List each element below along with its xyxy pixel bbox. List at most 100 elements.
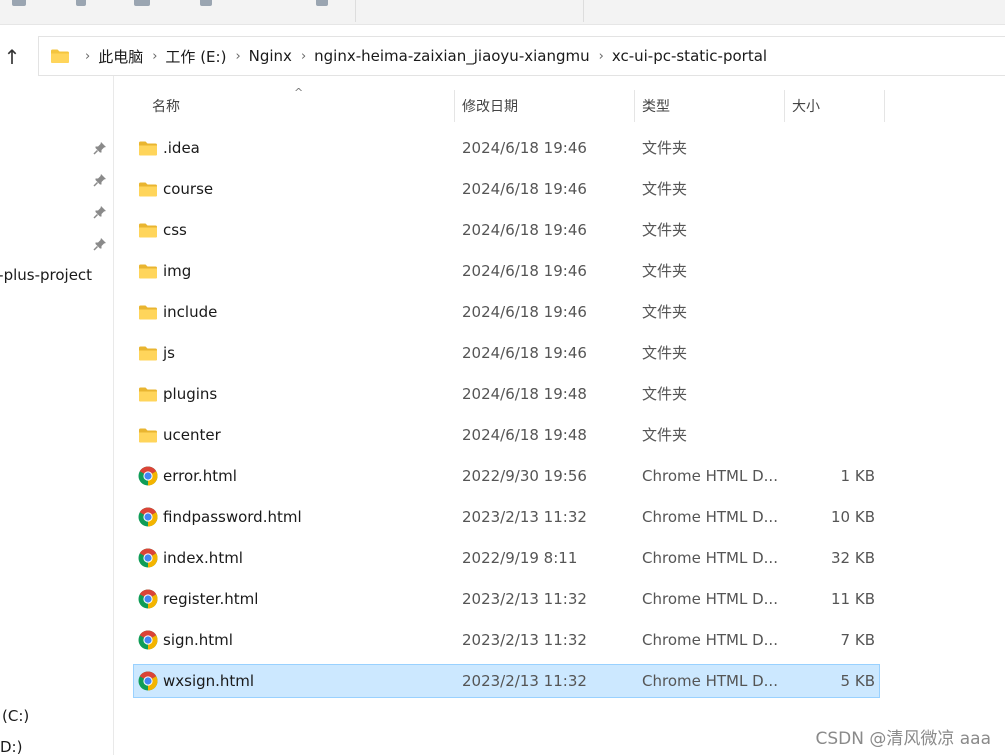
folder-icon	[139, 264, 157, 279]
file-row[interactable]: plugins 2024/6/18 19:48 文件夹	[133, 377, 880, 411]
file-modified: 2024/6/18 19:46	[462, 262, 587, 280]
column-header-modified[interactable]: 修改日期	[455, 90, 634, 122]
file-type: Chrome HTML D...	[642, 631, 778, 649]
chevron-right-icon[interactable]: ›	[590, 49, 612, 64]
file-row[interactable]: include 2024/6/18 19:46 文件夹	[133, 295, 880, 329]
toolbar-button-stub[interactable]	[134, 0, 150, 6]
file-name: include	[163, 303, 218, 321]
breadcrumb-project[interactable]: nginx-heima-zaixian_jiaoyu-xiangmu	[314, 47, 589, 65]
file-type: 文件夹	[642, 139, 688, 157]
file-type: Chrome HTML D...	[642, 590, 778, 608]
folder-icon	[139, 223, 157, 238]
folder-icon	[139, 346, 157, 361]
toolbar-button-stub[interactable]	[76, 0, 86, 6]
file-size: 1 KB	[840, 467, 875, 485]
file-modified: 2022/9/30 19:56	[462, 467, 587, 485]
file-modified: 2024/6/18 19:46	[462, 344, 587, 362]
column-header-label: 名称	[152, 99, 180, 115]
breadcrumb-nginx[interactable]: Nginx	[249, 47, 292, 65]
file-row[interactable]: course 2024/6/18 19:46 文件夹	[133, 172, 880, 206]
up-arrow-icon[interactable]: ↑	[0, 42, 24, 72]
file-row[interactable]: error.html 2022/9/30 19:56 Chrome HTML D..…	[133, 459, 880, 493]
chevron-right-icon[interactable]: ›	[292, 49, 314, 64]
column-header-type[interactable]: 类型	[635, 90, 784, 122]
nav-item-project[interactable]: j-plus-project	[0, 266, 92, 284]
toolbar-divider	[355, 0, 356, 22]
file-type: 文件夹	[642, 344, 688, 362]
column-header-size[interactable]: 大小	[785, 90, 884, 122]
file-type: 文件夹	[642, 180, 688, 198]
toolbar-button-stub[interactable]	[200, 0, 212, 6]
file-modified: 2023/2/13 11:32	[462, 672, 587, 690]
file-row[interactable]: ucenter 2024/6/18 19:48 文件夹	[133, 418, 880, 452]
toolbar-divider	[583, 0, 584, 22]
file-name: register.html	[163, 590, 259, 608]
chrome-icon	[138, 589, 158, 609]
file-name: ucenter	[163, 426, 221, 444]
file-type: 文件夹	[642, 221, 688, 239]
file-row[interactable]: findpassword.html 2023/2/13 11:32 Chrome H…	[133, 500, 880, 534]
file-name: plugins	[163, 385, 218, 403]
file-name: sign.html	[163, 631, 233, 649]
file-row[interactable]: sign.html 2023/2/13 11:32 Chrome HTML D...…	[133, 623, 880, 657]
file-type: 文件夹	[642, 385, 688, 403]
toolbar-button-stub[interactable]	[316, 0, 328, 6]
file-row[interactable]: index.html 2022/9/19 8:11 Chrome HTML D...…	[133, 541, 880, 575]
file-modified: 2022/9/19 8:11	[462, 549, 578, 567]
command-toolbar	[0, 0, 1005, 25]
file-modified: 2024/6/18 19:48	[462, 385, 587, 403]
file-name: wxsign.html	[163, 672, 255, 690]
file-name: css	[163, 221, 187, 239]
file-name: error.html	[163, 467, 237, 485]
chrome-icon	[138, 507, 158, 527]
address-bar[interactable]: › 此电脑 › 工作 (E:) › Nginx › nginx-heima-za…	[38, 36, 1005, 76]
chrome-icon	[138, 671, 158, 691]
file-type: Chrome HTML D...	[642, 467, 778, 485]
chrome-icon	[138, 630, 158, 650]
file-row[interactable]: .idea 2024/6/18 19:46 文件夹	[133, 131, 880, 165]
pin-icon[interactable]	[93, 141, 107, 155]
file-size: 11 KB	[831, 590, 875, 608]
watermark: CSDN @清风微凉 aaa	[815, 729, 991, 749]
breadcrumb-drive-e[interactable]: 工作 (E:)	[165, 46, 226, 67]
folder-icon	[139, 428, 157, 443]
file-row[interactable]: wxsign.html 2023/2/13 11:32 Chrome HTML D.…	[133, 664, 880, 698]
chrome-icon	[138, 548, 158, 568]
file-size: 10 KB	[831, 508, 875, 526]
file-size: 5 KB	[840, 672, 875, 690]
file-modified: 2024/6/18 19:48	[462, 426, 587, 444]
file-size: 32 KB	[831, 549, 875, 567]
file-row[interactable]: register.html 2023/2/13 11:32 Chrome HTML …	[133, 582, 880, 616]
file-modified: 2024/6/18 19:46	[462, 180, 587, 198]
file-type: Chrome HTML D...	[642, 549, 778, 567]
folder-icon	[139, 182, 157, 197]
folder-icon	[139, 305, 157, 320]
breadcrumb-this-pc[interactable]: 此电脑	[98, 46, 143, 67]
file-type: Chrome HTML D...	[642, 672, 778, 690]
file-modified: 2023/2/13 11:32	[462, 631, 587, 649]
toolbar-button-stub[interactable]	[12, 0, 26, 6]
column-divider[interactable]	[884, 90, 885, 122]
file-row[interactable]: css 2024/6/18 19:46 文件夹	[133, 213, 880, 247]
file-type: 文件夹	[642, 426, 688, 444]
chevron-right-icon[interactable]: ›	[143, 49, 165, 64]
column-header-name[interactable]: 名称	[133, 90, 454, 122]
pin-icon[interactable]	[93, 173, 107, 187]
file-modified: 2023/2/13 11:32	[462, 508, 587, 526]
chevron-right-icon[interactable]: ›	[226, 49, 248, 64]
file-row[interactable]: js 2024/6/18 19:46 文件夹	[133, 336, 880, 370]
file-name: index.html	[163, 549, 243, 567]
file-modified: 2024/6/18 19:46	[462, 303, 587, 321]
pin-icon[interactable]	[93, 237, 107, 251]
pin-icon[interactable]	[93, 205, 107, 219]
chevron-right-icon[interactable]: ›	[76, 49, 98, 64]
nav-item-drive-d[interactable]: D:)	[0, 738, 22, 756]
column-header-label: 类型	[642, 99, 670, 115]
file-modified: 2024/6/18 19:46	[462, 221, 587, 239]
file-type: 文件夹	[642, 303, 688, 321]
file-row[interactable]: img 2024/6/18 19:46 文件夹	[133, 254, 880, 288]
column-header-label: 大小	[792, 99, 820, 115]
breadcrumb-current-folder[interactable]: xc-ui-pc-static-portal	[612, 47, 767, 65]
nav-item-drive-c[interactable]: (C:)	[2, 707, 29, 725]
file-name: img	[163, 262, 192, 280]
